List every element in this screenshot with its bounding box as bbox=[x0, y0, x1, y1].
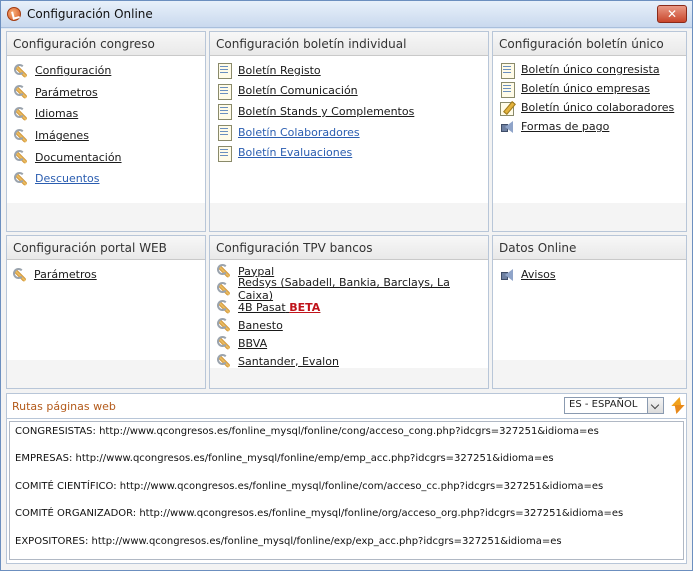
document-icon bbox=[216, 145, 232, 162]
panel-datos-online: Datos Online Avisos bbox=[492, 235, 687, 389]
document-edit-icon bbox=[499, 100, 515, 116]
link-4b-pasat[interactable]: 4B Pasat BETA bbox=[238, 301, 320, 314]
config-window: Configuración Online ✕ Configuración con… bbox=[0, 0, 693, 571]
route-line-expositores: EXPOSITORES: http://www.qcongresos.es/fo… bbox=[15, 535, 562, 547]
list-item: Descuentos bbox=[13, 168, 205, 190]
link-unico-congresista[interactable]: Boletín único congresista bbox=[521, 63, 660, 76]
document-icon bbox=[499, 62, 515, 79]
link-portal-parametros[interactable]: Parámetros bbox=[34, 268, 97, 281]
language-value: ES - ESPAÑOL bbox=[569, 399, 638, 410]
link-boletin-colaboradores[interactable]: Boletín Colaboradores bbox=[238, 126, 360, 139]
wrench-icon bbox=[216, 299, 232, 315]
chevron-down-icon[interactable] bbox=[647, 398, 663, 413]
link-boletin-stands[interactable]: Boletín Stands y Complementos bbox=[238, 105, 414, 118]
link-idiomas[interactable]: Idiomas bbox=[35, 107, 78, 120]
wrench-icon bbox=[12, 267, 28, 283]
routes-header: Rutas páginas web ES - ESPAÑOL bbox=[6, 393, 687, 419]
panel-title: Configuración congreso bbox=[7, 32, 205, 56]
language-select[interactable]: ES - ESPAÑOL bbox=[564, 397, 664, 414]
list-item: Boletín único congresista bbox=[499, 60, 686, 79]
list-item: Boletín Colaboradores bbox=[216, 122, 488, 143]
link-boletin-comunicacion[interactable]: Boletín Comunicación bbox=[238, 84, 358, 97]
list-item: Documentación bbox=[13, 146, 205, 168]
list-item: Parámetros bbox=[13, 82, 205, 104]
link-imagenes[interactable]: Imágenes bbox=[35, 129, 89, 142]
list-item: Boletín Evaluaciones bbox=[216, 142, 488, 163]
list-item: Configuración bbox=[13, 60, 205, 82]
link-unico-empresas[interactable]: Boletín único empresas bbox=[521, 82, 650, 95]
route-line-congresistas: CONGRESISTAS: http://www.qcongresos.es/f… bbox=[15, 426, 599, 437]
list-item: Boletín Registo bbox=[216, 60, 488, 81]
routes-panel: CONGRESISTAS: http://www.qcongresos.es/f… bbox=[6, 418, 687, 564]
link-unico-colaboradores[interactable]: Boletín único colaboradores bbox=[521, 101, 674, 114]
list-item: Boletín Stands y Complementos bbox=[216, 101, 488, 122]
link-boletin-evaluaciones[interactable]: Boletín Evaluaciones bbox=[238, 146, 352, 159]
content-area: Configuración congreso Configuración Par… bbox=[1, 29, 692, 570]
wrench-icon bbox=[216, 281, 232, 297]
wrench-icon bbox=[13, 149, 29, 165]
panel-title: Configuración boletín individual bbox=[210, 32, 488, 56]
link-avisos[interactable]: Avisos bbox=[521, 268, 556, 281]
document-icon bbox=[499, 81, 515, 98]
routes-title: Rutas páginas web bbox=[12, 400, 116, 413]
link-redsys[interactable]: Redsys (Sabadell, Bankia, Barclays, La C… bbox=[238, 276, 488, 302]
panel-tpv-bancos: Configuración TPV bancos Paypal Redsys (… bbox=[209, 235, 489, 389]
link-bbva[interactable]: BBVA bbox=[238, 337, 267, 350]
route-line-comite-cientifico: COMITÉ CIENTÍFICO: http://www.qcongresos… bbox=[15, 480, 604, 492]
wrench-icon bbox=[216, 317, 232, 333]
link-documentacion[interactable]: Documentación bbox=[35, 151, 122, 164]
wrench-icon bbox=[13, 63, 29, 79]
wrench-icon bbox=[216, 335, 232, 351]
list-item: Parámetros bbox=[12, 264, 205, 286]
speaker-icon bbox=[499, 119, 515, 135]
route-line-empresas: EMPRESAS: http://www.qcongresos.es/fonli… bbox=[15, 453, 554, 465]
document-icon bbox=[216, 83, 232, 100]
list-item: Imágenes bbox=[13, 125, 205, 147]
panel-portal-web: Configuración portal WEB Parámetros bbox=[6, 235, 206, 389]
document-icon bbox=[216, 124, 232, 142]
list-item: Redsys (Sabadell, Bankia, Barclays, La C… bbox=[216, 276, 488, 302]
list-item: Idiomas bbox=[13, 103, 205, 125]
window-title: Configuración Online bbox=[27, 7, 153, 21]
list-item: Boletín único empresas bbox=[499, 79, 686, 98]
link-configuracion[interactable]: Configuración bbox=[35, 64, 111, 77]
wrench-icon bbox=[13, 171, 29, 187]
route-line-comite-organizador: COMITÉ ORGANIZADOR: http://www.qcongreso… bbox=[15, 508, 624, 520]
link-santander[interactable]: Santander, Evalon bbox=[238, 355, 339, 368]
lightning-icon[interactable] bbox=[670, 397, 684, 414]
panel-configuracion-congreso: Configuración congreso Configuración Par… bbox=[6, 31, 206, 232]
list-item: Boletín Comunicación bbox=[216, 81, 488, 102]
link-boletin-registro[interactable]: Boletín Registo bbox=[238, 64, 321, 77]
routes-textarea[interactable]: CONGRESISTAS: http://www.qcongresos.es/f… bbox=[9, 421, 684, 560]
list-item: Avisos bbox=[499, 264, 686, 286]
link-formas-pago[interactable]: Formas de pago bbox=[521, 120, 609, 133]
list-item: Formas de pago bbox=[499, 117, 686, 136]
list-item: Banesto bbox=[216, 316, 488, 334]
panel-boletin-individual: Configuración boletín individual Boletín… bbox=[209, 31, 489, 232]
wrench-icon bbox=[216, 263, 232, 279]
title-bar[interactable]: Configuración Online ✕ bbox=[1, 1, 692, 28]
wrench-icon bbox=[216, 353, 232, 369]
list-item: Boletín único colaboradores bbox=[499, 98, 686, 117]
beta-badge: BETA bbox=[289, 300, 321, 314]
document-icon bbox=[216, 62, 232, 80]
close-button[interactable]: ✕ bbox=[657, 5, 687, 23]
panel-title: Configuración TPV bancos bbox=[210, 236, 488, 260]
app-logo-icon bbox=[7, 7, 21, 21]
speaker-icon bbox=[499, 267, 515, 283]
link-descuentos[interactable]: Descuentos bbox=[35, 172, 100, 185]
wrench-icon bbox=[13, 106, 29, 122]
panel-boletin-unico: Configuración boletín único Boletín únic… bbox=[492, 31, 687, 232]
panel-title: Configuración portal WEB bbox=[7, 236, 205, 260]
panel-title: Datos Online bbox=[493, 236, 686, 260]
document-icon bbox=[216, 103, 232, 121]
list-item: BBVA bbox=[216, 334, 488, 352]
link-banesto[interactable]: Banesto bbox=[238, 319, 283, 332]
wrench-icon bbox=[13, 84, 29, 100]
link-parametros[interactable]: Parámetros bbox=[35, 86, 98, 99]
wrench-icon bbox=[13, 128, 29, 144]
panel-title: Configuración boletín único bbox=[493, 32, 686, 56]
